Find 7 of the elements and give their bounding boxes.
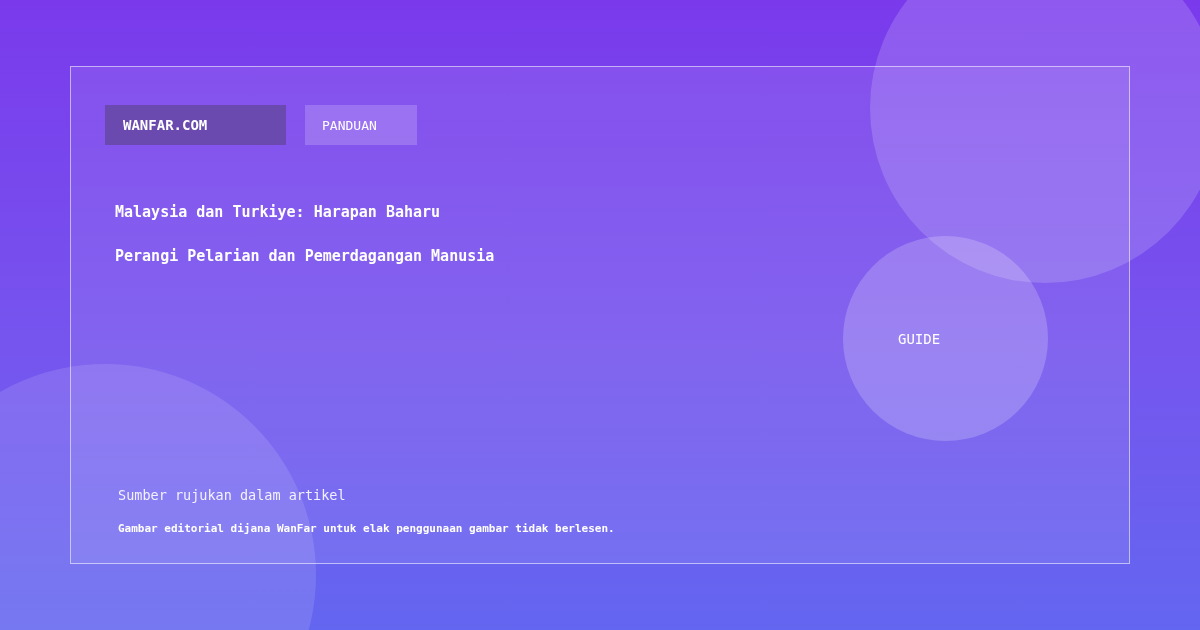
brand-label: WANFAR.COM (105, 105, 286, 145)
guide-label: GUIDE (898, 330, 941, 347)
headline: Perangi Pelarian dan Pemerdagangan Manusia (115, 247, 496, 265)
headline: Malaysia dan Turkiye: Harapan Baharu (115, 203, 442, 221)
source-note: Sumber rujukan dalam artikel (118, 487, 347, 503)
disclaimer: Gambar editorial dijana WanFar untuk elak penggunaan gambar tidak berlesen. (118, 522, 616, 535)
category-badge: PANDUAN (305, 105, 417, 145)
